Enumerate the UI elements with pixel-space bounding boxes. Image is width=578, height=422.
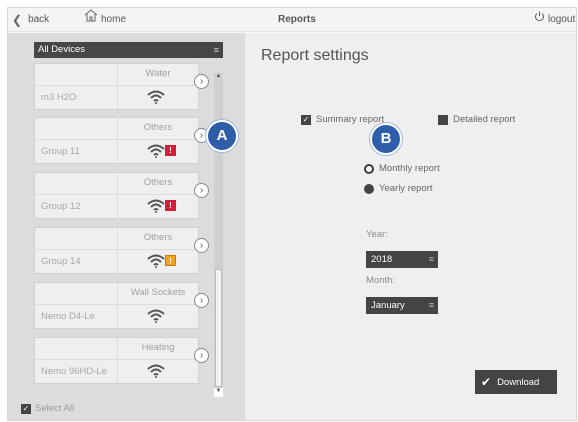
device-type: Wall Sockets: [130, 287, 186, 298]
chevron-right-icon[interactable]: ›: [194, 74, 209, 89]
app-window: ❮ back home Reports logout All Devices ≡…: [7, 7, 577, 421]
device-card[interactable]: Heating Nemo 96HD-Le ›: [34, 337, 209, 384]
power-icon: [534, 8, 545, 32]
device-type: Water: [145, 68, 171, 79]
radio-selected-icon: [364, 163, 374, 174]
home-icon: [84, 8, 98, 32]
summary-report-checkbox[interactable]: ✓ Summary report: [301, 114, 384, 125]
monthly-report-label: Monthly report: [379, 163, 440, 174]
wifi-icon: [147, 309, 165, 323]
device-filter-label: All Devices: [38, 44, 85, 55]
scrollbar-thumb[interactable]: [215, 269, 222, 387]
top-bar: ❮ back home Reports logout: [8, 8, 576, 32]
page-title: Reports: [278, 14, 316, 25]
device-type: Others: [143, 232, 173, 243]
scroll-down-icon[interactable]: ▼: [214, 388, 223, 397]
menu-icon: ≡: [428, 300, 434, 310]
month-value: January: [371, 300, 405, 311]
alert-icon: !: [165, 200, 176, 211]
device-panel: All Devices ≡ Water m3 H2O › Others Grou…: [8, 33, 245, 420]
device-name: Group 14: [41, 256, 81, 267]
back-button[interactable]: ❮ back: [12, 8, 49, 32]
device-type: Others: [143, 177, 173, 188]
report-settings-panel: Report settings ✓ Summary report Detaile…: [245, 33, 576, 420]
yearly-report-radio[interactable]: Yearly report: [364, 183, 433, 194]
chevron-right-icon[interactable]: ›: [194, 238, 209, 253]
device-name: Group 11: [41, 146, 80, 157]
chevron-left-icon: ❮: [12, 13, 23, 27]
year-value: 2018: [371, 254, 393, 265]
warning-icon: !: [165, 255, 176, 266]
checkmark-icon: ✓: [301, 114, 311, 125]
device-name: Nemo 96HD-Le: [41, 366, 107, 377]
month-select[interactable]: January ≡: [366, 297, 438, 314]
wifi-icon: [147, 144, 165, 158]
select-all-label: Select All: [35, 403, 75, 414]
device-list: Water m3 H2O › Others Group 11 ! › Other…: [34, 63, 224, 397]
download-label: Download: [497, 376, 540, 388]
checkmark-icon: ✔: [481, 375, 492, 389]
year-select[interactable]: 2018 ≡: [366, 251, 438, 268]
menu-icon: ≡: [213, 45, 219, 55]
device-card[interactable]: Water m3 H2O ›: [34, 63, 209, 110]
monthly-report-radio[interactable]: Monthly report: [364, 163, 440, 174]
device-card[interactable]: Others Group 12 ! ›: [34, 172, 209, 219]
logout-label: logout: [548, 14, 576, 25]
wifi-icon: [147, 254, 165, 268]
detailed-report-label: Detailed report: [453, 114, 516, 125]
chevron-right-icon[interactable]: ›: [194, 293, 209, 308]
summary-report-label: Summary report: [316, 114, 385, 125]
device-name: Nemo D4-Le: [41, 311, 95, 322]
device-type: Others: [143, 122, 173, 133]
yearly-report-label: Yearly report: [379, 183, 433, 194]
back-label: back: [28, 14, 50, 25]
scroll-up-icon[interactable]: ▲: [214, 73, 223, 82]
radio-unselected-icon: [364, 183, 374, 194]
device-card[interactable]: Wall Sockets Nemo D4-Le ›: [34, 282, 209, 329]
device-type: Heating: [141, 342, 175, 353]
detailed-report-checkbox[interactable]: Detailed report: [438, 114, 515, 125]
select-all-checkbox[interactable]: ✓ Select All: [21, 403, 74, 414]
device-name: Group 12: [41, 201, 81, 212]
home-label: home: [101, 14, 127, 25]
device-name: m3 H2O: [41, 92, 77, 103]
menu-icon: ≡: [428, 254, 434, 264]
alert-icon: !: [165, 145, 176, 156]
device-filter-dropdown[interactable]: All Devices ≡: [34, 42, 223, 58]
download-button[interactable]: ✔ Download: [475, 370, 557, 394]
callout-marker-a: A: [206, 120, 238, 152]
wifi-icon: [147, 364, 165, 378]
callout-marker-b: B: [370, 123, 402, 155]
chevron-right-icon[interactable]: ›: [194, 183, 209, 198]
year-label: Year:: [366, 229, 388, 240]
logout-button[interactable]: logout: [534, 8, 575, 32]
home-button[interactable]: home: [84, 8, 126, 32]
wifi-icon: [147, 199, 165, 213]
wifi-icon: [147, 90, 165, 104]
device-card[interactable]: Others Group 14 ! ›: [34, 227, 209, 274]
checkbox-icon: [438, 114, 448, 125]
report-settings-title: Report settings: [261, 47, 369, 64]
chevron-right-icon[interactable]: ›: [194, 348, 209, 363]
month-label: Month:: [366, 275, 396, 286]
device-card[interactable]: Others Group 11 ! ›: [34, 117, 209, 164]
checkmark-icon: ✓: [21, 403, 31, 414]
